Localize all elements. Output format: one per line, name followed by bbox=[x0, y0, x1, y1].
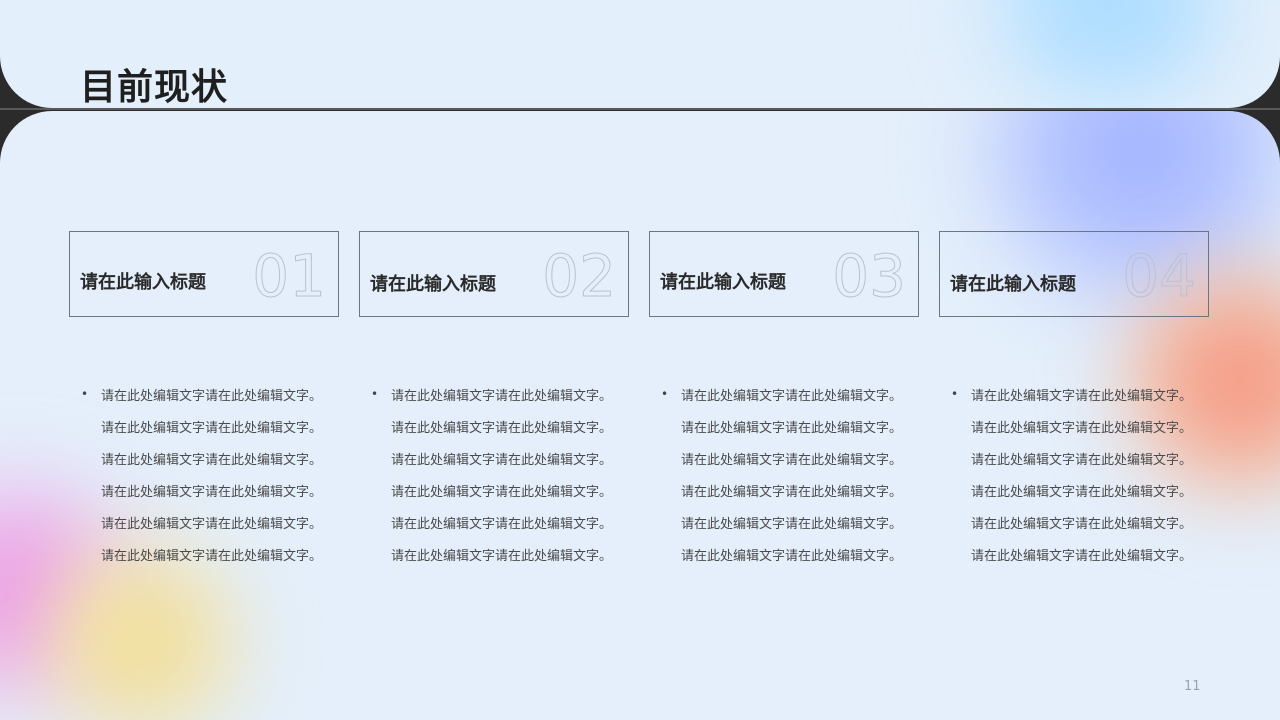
list-item[interactable]: 请在此处编辑文字请在此处编辑文字。 bbox=[391, 445, 621, 477]
list-item[interactable]: 请在此处编辑文字请在此处编辑文字。 bbox=[681, 381, 911, 413]
list-item[interactable]: 请在此处编辑文字请在此处编辑文字。 bbox=[101, 413, 331, 445]
list-item[interactable]: 请在此处编辑文字请在此处编辑文字。 bbox=[681, 541, 911, 573]
list-item[interactable]: 请在此处编辑文字请在此处编辑文字。 bbox=[101, 445, 331, 477]
card-number: 01 bbox=[252, 242, 327, 310]
list-item[interactable]: 请在此处编辑文字请在此处编辑文字。 bbox=[681, 413, 911, 445]
list-item[interactable]: 请在此处编辑文字请在此处编辑文字。 bbox=[101, 509, 331, 541]
list-item[interactable]: 请在此处编辑文字请在此处编辑文字。 bbox=[681, 477, 911, 509]
card-number: 03 bbox=[832, 242, 907, 310]
list-item[interactable]: 请在此处编辑文字请在此处编辑文字。 bbox=[681, 509, 911, 541]
list-item[interactable]: 请在此处编辑文字请在此处编辑文字。 bbox=[971, 445, 1201, 477]
list-item[interactable]: 请在此处编辑文字请在此处编辑文字。 bbox=[971, 413, 1201, 445]
card-title[interactable]: 请在此输入标题 bbox=[950, 270, 1076, 296]
list-item[interactable]: 请在此处编辑文字请在此处编辑文字。 bbox=[101, 541, 331, 573]
list-item[interactable]: 请在此处编辑文字请在此处编辑文字。 bbox=[101, 477, 331, 509]
bullet-marker: • bbox=[371, 387, 379, 401]
text-column-1[interactable]: • 请在此处编辑文字请在此处编辑文字。 请在此处编辑文字请在此处编辑文字。 请在… bbox=[81, 381, 331, 573]
list-item[interactable]: 请在此处编辑文字请在此处编辑文字。 bbox=[391, 477, 621, 509]
text-column-4[interactable]: • 请在此处编辑文字请在此处编辑文字。 请在此处编辑文字请在此处编辑文字。 请在… bbox=[951, 381, 1201, 573]
bullet-list: • 请在此处编辑文字请在此处编辑文字。 请在此处编辑文字请在此处编辑文字。 请在… bbox=[81, 381, 331, 573]
card-number: 04 bbox=[1122, 242, 1197, 310]
page-number: 11 bbox=[1184, 679, 1201, 694]
bullet-marker: • bbox=[661, 387, 669, 401]
text-column-2[interactable]: • 请在此处编辑文字请在此处编辑文字。 请在此处编辑文字请在此处编辑文字。 请在… bbox=[371, 381, 621, 573]
decorative-blob-blue bbox=[960, 0, 1260, 108]
list-item[interactable]: 请在此处编辑文字请在此处编辑文字。 bbox=[391, 381, 621, 413]
list-item[interactable]: 请在此处编辑文字请在此处编辑文字。 bbox=[391, 541, 621, 573]
bullet-list: • 请在此处编辑文字请在此处编辑文字。 请在此处编辑文字请在此处编辑文字。 请在… bbox=[371, 381, 621, 573]
card-title[interactable]: 请在此输入标题 bbox=[370, 270, 496, 296]
slide: 目前现状 请在此输入标题 01 请在此输入标题 02 请在此输入标题 03 请在… bbox=[0, 0, 1280, 720]
card-number: 02 bbox=[542, 242, 617, 310]
list-item[interactable]: 请在此处编辑文字请在此处编辑文字。 bbox=[391, 413, 621, 445]
title-card-4[interactable]: 请在此输入标题 04 bbox=[939, 231, 1209, 317]
list-item[interactable]: 请在此处编辑文字请在此处编辑文字。 bbox=[971, 477, 1201, 509]
list-item[interactable]: 请在此处编辑文字请在此处编辑文字。 bbox=[971, 541, 1201, 573]
list-item[interactable]: 请在此处编辑文字请在此处编辑文字。 bbox=[971, 509, 1201, 541]
bullet-marker: • bbox=[81, 387, 89, 401]
card-title[interactable]: 请在此输入标题 bbox=[660, 268, 786, 294]
text-column-3[interactable]: • 请在此处编辑文字请在此处编辑文字。 请在此处编辑文字请在此处编辑文字。 请在… bbox=[661, 381, 911, 573]
list-item[interactable]: 请在此处编辑文字请在此处编辑文字。 bbox=[971, 381, 1201, 413]
bullet-list: • 请在此处编辑文字请在此处编辑文字。 请在此处编辑文字请在此处编辑文字。 请在… bbox=[951, 381, 1201, 573]
bullet-marker: • bbox=[951, 387, 959, 401]
list-item[interactable]: 请在此处编辑文字请在此处编辑文字。 bbox=[101, 381, 331, 413]
list-item[interactable]: 请在此处编辑文字请在此处编辑文字。 bbox=[391, 509, 621, 541]
title-card-1[interactable]: 请在此输入标题 01 bbox=[69, 231, 339, 317]
card-title[interactable]: 请在此输入标题 bbox=[80, 268, 206, 294]
page-title: 目前现状 bbox=[80, 67, 229, 108]
title-card-2[interactable]: 请在此输入标题 02 bbox=[359, 231, 629, 317]
bullet-list: • 请在此处编辑文字请在此处编辑文字。 请在此处编辑文字请在此处编辑文字。 请在… bbox=[661, 381, 911, 573]
list-item[interactable]: 请在此处编辑文字请在此处编辑文字。 bbox=[681, 445, 911, 477]
title-card-3[interactable]: 请在此输入标题 03 bbox=[649, 231, 919, 317]
